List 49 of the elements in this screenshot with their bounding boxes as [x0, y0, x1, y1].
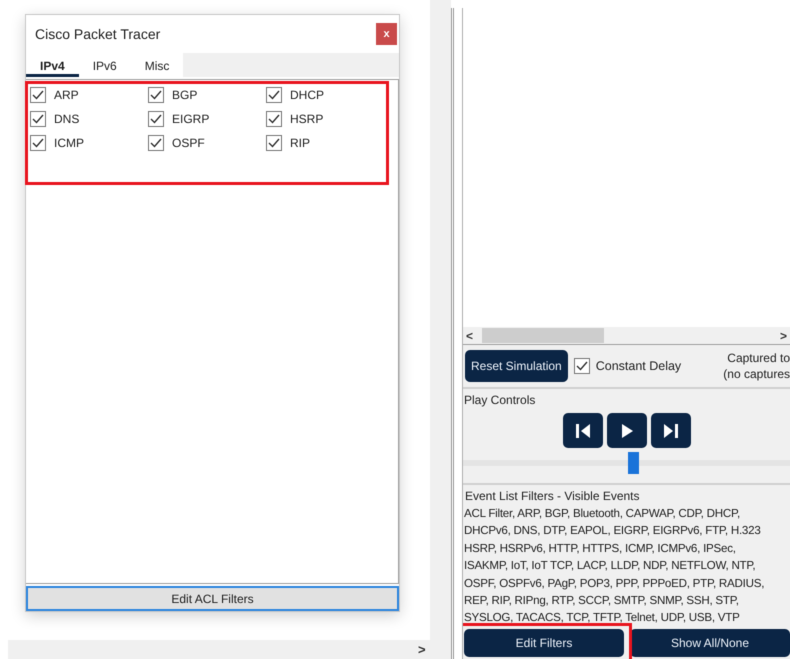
checkbox[interactable] [30, 111, 46, 127]
show-all-none-button[interactable]: Show All/None [630, 628, 790, 657]
checkbox[interactable] [266, 135, 282, 151]
event-filter-list-text: ACL Filter, ARP, BGP, Bluetooth, CAPWAP, CDP, DHCP, [464, 506, 741, 522]
event-filter-list-text: ISAKMP, IoT, IoT TCP, LACP, LLDP, NDP, NETFLOW, NTP, [464, 558, 756, 574]
event-filter-list-text: DHCPv6, DNS, DTP, EAPOL, EIGRP, EIGRPv6, FTP, H.323 [464, 523, 762, 540]
skip-back-icon [574, 422, 592, 440]
forward-button[interactable] [651, 413, 691, 448]
window-title: Cisco Packet Tracer [35, 26, 160, 42]
section-title: Play Controls [463, 393, 536, 407]
play-button[interactable] [607, 413, 647, 448]
scroll-arrow[interactable]: > [418, 642, 426, 657]
horizontal-scrollbar[interactable]: < > [463, 327, 790, 344]
checkbox-label: BGP [172, 88, 198, 102]
checkbox[interactable] [266, 111, 282, 127]
event-filter-list-text: SYSLOG, TACACS, TCP, TFTP, Telnet, UDP, USB, VTP [464, 610, 741, 626]
checkbox[interactable] [30, 87, 46, 103]
scroll-arrow[interactable]: < [463, 328, 476, 342]
checkbox-label: ICMP [54, 136, 84, 150]
edit-filters-button[interactable]: Edit Filters [464, 628, 624, 657]
skip-forward-icon [662, 422, 680, 440]
capture-status-text: Captured to [727, 350, 790, 366]
close-button[interactable]: x [376, 23, 397, 45]
checkbox-label: DNS [54, 112, 80, 126]
checkbox[interactable] [148, 111, 164, 127]
checkbox[interactable] [574, 358, 590, 374]
reset-simulation-button[interactable]: Reset Simulation [465, 350, 568, 382]
scroll-arrow[interactable]: > [776, 328, 790, 342]
checkbox-label: HSRP [290, 112, 324, 126]
checkbox[interactable] [266, 87, 282, 103]
capture-status-text: (no captures [723, 366, 790, 382]
checkbox[interactable] [30, 135, 46, 151]
section-title: Event List Filters - Visible Events [464, 489, 641, 503]
checkbox-label: RIP [290, 136, 310, 150]
slider-thumb[interactable] [628, 452, 640, 474]
checkbox[interactable] [148, 135, 164, 151]
checkbox-label: EIGRP [172, 112, 210, 126]
checkbox-label: DHCP [290, 88, 324, 102]
back-button[interactable] [563, 413, 603, 448]
checkbox-label: Constant Delay [596, 359, 682, 373]
checkbox-label: OSPF [172, 136, 205, 150]
checkbox-label: ARP [54, 88, 79, 102]
event-filter-list-text: HSRP, HSRPv6, HTTP, HTTPS, ICMP, ICMPv6, IPSec, [464, 540, 737, 557]
event-filter-list-text: REP, RIP, RIPng, RTP, SCCP, SMTP, SNMP, SSH, STP, [464, 593, 740, 610]
edit-acl-filters-button[interactable]: Edit ACL Filters [26, 586, 399, 611]
horizontal-scrollbar[interactable]: > [8, 640, 430, 659]
checkbox[interactable] [148, 87, 164, 103]
event-filter-list-text: OSPF, OSPFv6, PAgP, POP3, PPP, PPPoED, PTP, RADIUS, [464, 576, 766, 592]
play-icon [620, 422, 634, 438]
